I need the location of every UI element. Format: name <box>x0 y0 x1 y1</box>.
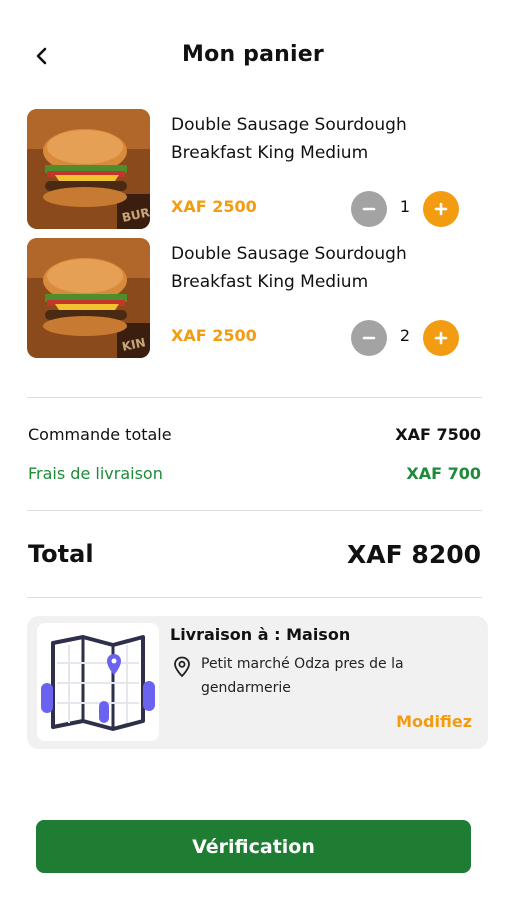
subtotal-value: XAF 7500 <box>395 425 481 444</box>
location-pin-icon <box>173 656 191 678</box>
delivery-title: Livraison à : Maison <box>170 625 351 644</box>
increase-quantity-button[interactable] <box>423 191 459 227</box>
delivery-fee-value: XAF 700 <box>406 464 481 483</box>
divider <box>27 397 482 398</box>
delivery-card: Livraison à : Maison Petit marché Odza p… <box>27 616 488 749</box>
total-label: Total <box>28 540 94 568</box>
cart-item: KIN Double Sausage Sourdough Breakfast K… <box>27 238 482 358</box>
burger-image: KIN <box>27 238 150 358</box>
quantity-value: 1 <box>399 197 411 216</box>
delivery-fee-label: Frais de livraison <box>28 464 163 483</box>
minus-icon <box>362 207 376 211</box>
divider <box>27 510 482 511</box>
item-price: XAF 2500 <box>171 326 257 345</box>
decrease-quantity-button[interactable] <box>351 191 387 227</box>
subtotal-label: Commande totale <box>28 425 172 444</box>
quantity-value: 2 <box>399 326 411 345</box>
burger-image: BURG <box>27 109 150 229</box>
minus-icon <box>362 336 376 340</box>
delivery-address: Petit marché Odza pres de la gendarmerie <box>201 656 404 696</box>
increase-quantity-button[interactable] <box>423 320 459 356</box>
cart-item: BURG Double Sausage Sourdough Breakfast … <box>27 109 482 229</box>
decrease-quantity-button[interactable] <box>351 320 387 356</box>
header: Mon panier <box>0 30 506 82</box>
modify-address-link[interactable]: Modifiez <box>396 712 472 731</box>
item-name: Double Sausage Sourdough Breakfast King … <box>171 115 407 163</box>
divider <box>27 597 482 598</box>
item-price: XAF 2500 <box>171 197 257 216</box>
total-value: XAF 8200 <box>347 540 481 569</box>
verify-button[interactable]: Vérification <box>36 820 471 873</box>
plus-icon <box>434 331 448 345</box>
map-icon <box>37 623 159 741</box>
page-title: Mon panier <box>182 42 324 67</box>
item-name: Double Sausage Sourdough Breakfast King … <box>171 244 407 292</box>
plus-icon <box>434 202 448 216</box>
